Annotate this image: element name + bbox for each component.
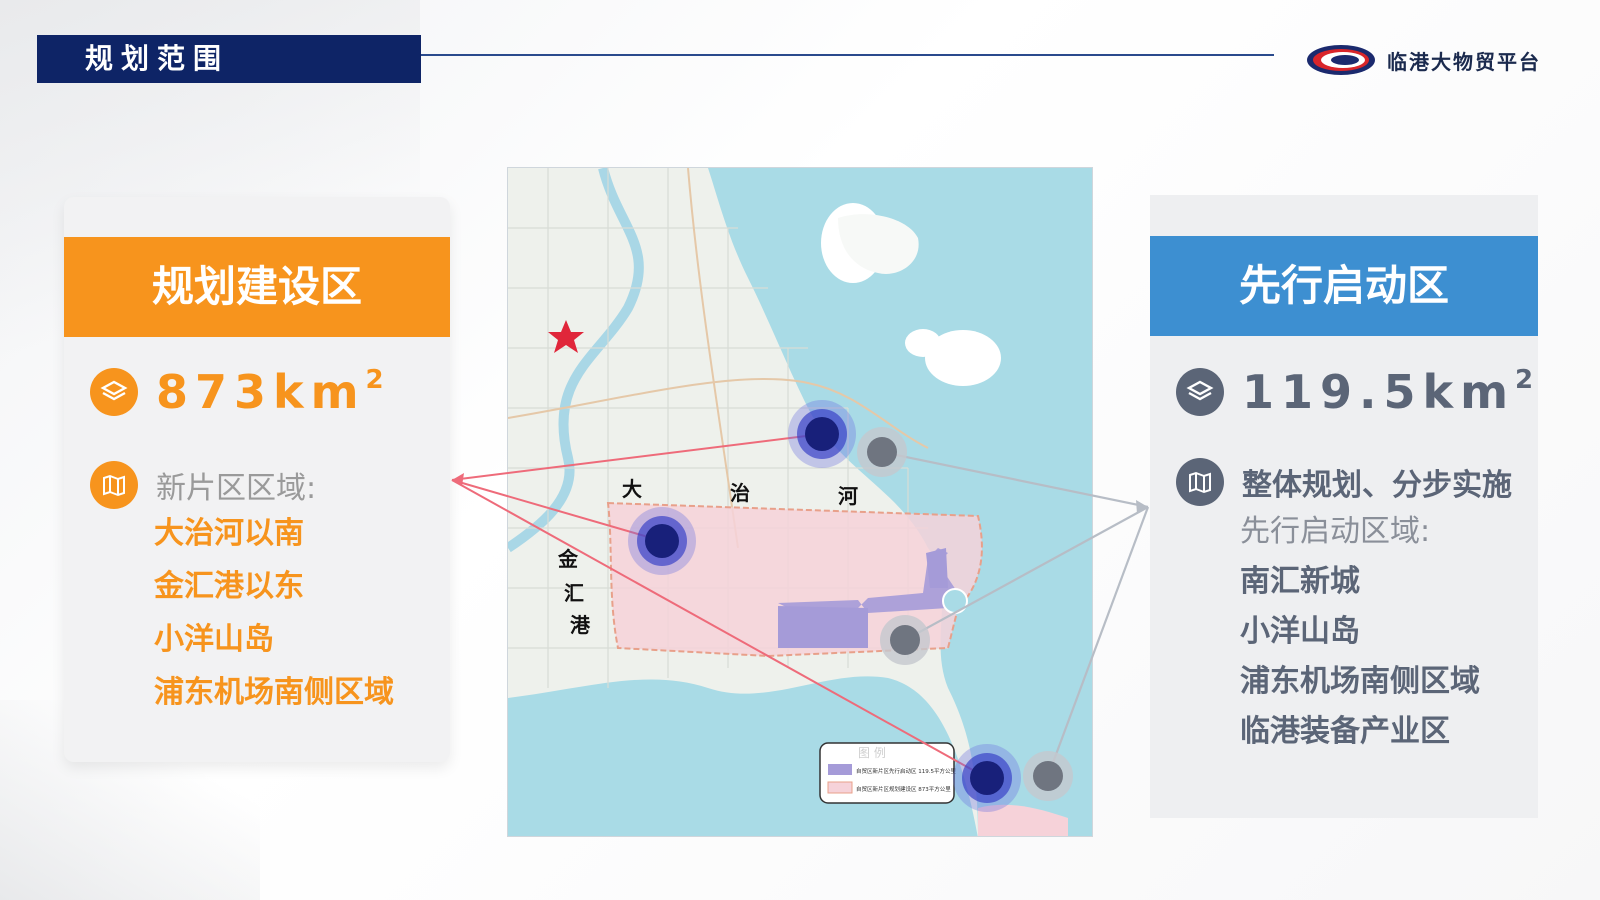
page-title: 规划范围: [37, 35, 421, 83]
region-map: 大 治 河 金 汇 港 图 例 自贸区新片区先行启动区 119.5平方公里 自贸…: [507, 167, 1093, 837]
list-item: 金汇港以东: [154, 569, 304, 604]
list-item: 浦东机场南侧区域: [1240, 664, 1480, 699]
pilot-info-label: 整体规划、分步实施: [1242, 468, 1512, 503]
map-icon: [1176, 458, 1224, 506]
planning-info-label: 新片区区域:: [156, 471, 317, 506]
map-icon: [90, 461, 138, 509]
map-label: 金: [557, 547, 579, 571]
map-label: 治: [730, 481, 750, 505]
map-label: 大: [622, 477, 642, 501]
logo-icon: [1307, 45, 1375, 75]
layers-icon: [1176, 368, 1224, 416]
pilot-zone-card: 先行启动区 119.5km2 整体规划、分步实施 先行启动区域: 南汇新城 小洋…: [1150, 195, 1538, 818]
pilot-sub-label: 先行启动区域:: [1240, 514, 1431, 549]
map-label: 港: [570, 613, 591, 637]
list-item: 小洋山岛: [1240, 614, 1360, 649]
map-legend: 图 例 自贸区新片区先行启动区 119.5平方公里 自贸区新片区规划建设区 87…: [819, 742, 956, 804]
list-item: 浦东机场南侧区域: [154, 675, 394, 710]
list-item: 南汇新城: [1240, 564, 1360, 599]
planning-area-row: 873km2: [90, 365, 384, 419]
list-item: 大治河以南: [154, 516, 304, 551]
planning-region-list: 大治河以南 金汇港以东 小洋山岛 浦东机场南侧区域: [154, 507, 394, 719]
planning-zone-card: 规划建设区 873km2 新片区区域: 大治河以南 金汇港以东 小洋山岛 浦东机…: [64, 197, 450, 762]
pilot-area-row: 119.5km2: [1176, 365, 1533, 419]
pilot-area-value: 119.5km2: [1242, 365, 1534, 419]
pilot-region-list: 先行启动区域: 南汇新城 小洋山岛 浦东机场南侧区域 临港装备产业区: [1240, 507, 1480, 757]
header-divider: [421, 54, 1274, 56]
layers-icon: [90, 368, 138, 416]
map-label: 河: [838, 484, 858, 508]
legend-item: 自贸区新片区先行启动区 119.5平方公里: [856, 767, 956, 775]
legend-title: 图 例: [858, 746, 886, 760]
legend-item: 自贸区新片区规划建设区 873平方公里: [856, 785, 951, 793]
planning-info-row: 新片区区域:: [90, 461, 316, 509]
logo-text: 临港大物贸平台: [1387, 49, 1541, 74]
brand-logo: 临港大物贸平台: [1305, 40, 1541, 80]
pilot-zone-banner: 先行启动区: [1150, 236, 1538, 336]
map-label: 汇: [564, 581, 584, 605]
list-item: 小洋山岛: [154, 622, 274, 657]
planning-zone-banner: 规划建设区: [64, 237, 450, 337]
planning-area-value: 873km2: [156, 365, 384, 419]
list-item: 临港装备产业区: [1240, 714, 1450, 749]
pilot-info-row: 整体规划、分步实施: [1176, 458, 1512, 506]
